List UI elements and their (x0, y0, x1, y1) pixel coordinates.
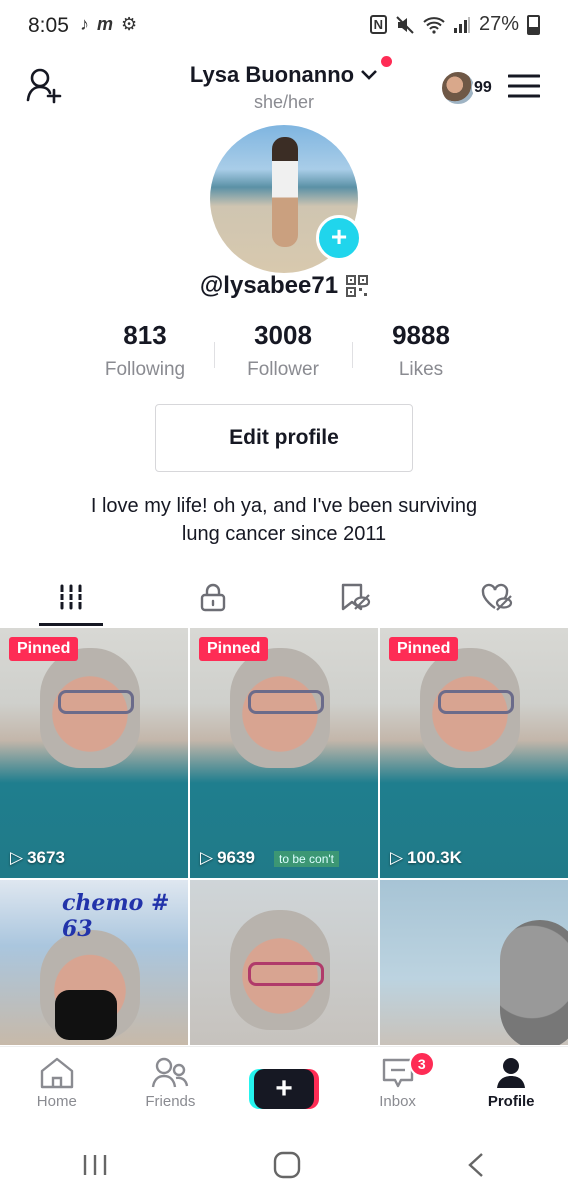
nav-friends[interactable]: Friends (114, 1047, 228, 1131)
friends-avatars-button[interactable]: 99 (440, 70, 494, 106)
nav-create[interactable]: + (227, 1047, 341, 1131)
friends-avatar (440, 70, 476, 106)
handle-row: @lysabee71 (0, 272, 568, 300)
stat-follower[interactable]: 3008 Follower (214, 320, 352, 381)
bio-line-1: I love my life! oh ya, and I've been sur… (90, 495, 478, 517)
battery-icon (527, 14, 540, 35)
m-icon: m (97, 14, 114, 34)
tab-favorites[interactable] (284, 568, 426, 626)
status-left-icons: ♪ m ⚙ (80, 14, 137, 35)
nav-inbox[interactable]: 3 Inbox (341, 1047, 455, 1131)
active-tab-indicator (39, 623, 103, 626)
play-icon: ▷ (10, 848, 24, 867)
profile-stats: 813 Following 3008 Follower 9888 Likes (76, 320, 492, 381)
view-count: ▷ 3673 (10, 848, 65, 867)
video-tile[interactable]: Pinned ▷ 9639 to be con't (190, 628, 378, 878)
tiktok-icon: ♪ (80, 14, 89, 34)
nav-inbox-label: Inbox (379, 1093, 416, 1110)
bookmark-hidden-icon (341, 583, 371, 611)
follower-count: 3008 (254, 320, 312, 350)
notification-dot (381, 56, 393, 67)
video-tile[interactable]: chemo # 63 (0, 880, 188, 1045)
profile-tabs (0, 568, 568, 626)
chevron-down-icon (361, 70, 378, 80)
following-label: Following (104, 359, 186, 380)
plus-icon: + (275, 1072, 293, 1105)
bio-line-2: lung cancer since 2011 (181, 523, 387, 545)
likes-label: Likes (398, 359, 444, 380)
display-name: Lysa Buonanno (189, 62, 355, 87)
video-tile[interactable] (190, 880, 378, 1045)
nav-profile[interactable]: Profile (454, 1047, 568, 1131)
face-mask (55, 990, 117, 1040)
status-bar: 8:05 ♪ m ⚙ N 27% (0, 0, 568, 54)
add-story-button[interactable]: + (316, 215, 362, 261)
lock-icon (200, 583, 226, 612)
back-icon[interactable] (466, 1152, 486, 1178)
qr-code-icon[interactable] (346, 275, 369, 297)
friends-count: 99 (472, 79, 494, 97)
grid-icon (58, 584, 84, 610)
video-tile[interactable] (380, 880, 568, 1045)
profile-bio: I love my life! oh ya, and I've been sur… (40, 492, 528, 548)
play-icon: ▷ (390, 848, 404, 867)
nav-friends-label: Friends (145, 1093, 196, 1110)
signal-icon (453, 16, 470, 33)
stat-likes[interactable]: 9888 Likes (352, 320, 490, 381)
profile-handle: @lysabee71 (199, 272, 339, 299)
mute-icon (396, 15, 414, 34)
play-icon: ▷ (200, 848, 214, 867)
status-right-icons: N 27% (369, 13, 540, 36)
heart-hidden-icon (481, 583, 513, 611)
tab-videos[interactable] (0, 568, 142, 626)
tab-private[interactable] (142, 568, 284, 626)
system-nav-bar (0, 1130, 568, 1200)
view-count: ▷ 9639 (200, 848, 255, 867)
pinned-badge: Pinned (389, 637, 459, 661)
video-overlay-text: chemo # 63 (62, 890, 170, 942)
video-caption: to be con't (274, 851, 339, 867)
following-count: 813 (123, 320, 167, 350)
video-tile[interactable]: Pinned ▷ 100.3K (380, 628, 568, 878)
menu-icon[interactable] (508, 74, 540, 98)
video-grid: Pinned ▷ 3673 Pinned ▷ 9639 to be con't Pi… (0, 628, 568, 1045)
status-time: 8:05 (28, 14, 69, 37)
tab-liked[interactable] (426, 568, 568, 626)
friends-icon (152, 1057, 189, 1088)
nav-home-label: Home (36, 1093, 77, 1110)
edit-profile-button[interactable]: Edit profile (155, 404, 413, 472)
gear-icon: ⚙ (121, 14, 138, 34)
follower-label: Follower (247, 359, 319, 380)
home-icon (40, 1057, 73, 1089)
nav-profile-label: Profile (487, 1093, 535, 1110)
likes-count: 9888 (392, 320, 450, 350)
nfc-icon: N (369, 15, 387, 34)
pinned-badge: Pinned (9, 637, 79, 661)
recent-apps-icon[interactable] (82, 1153, 108, 1177)
inbox-badge: 3 (408, 1051, 435, 1077)
view-count: ▷ 100.3K (390, 848, 462, 867)
video-tile[interactable]: Pinned ▷ 3673 (0, 628, 188, 878)
profile-avatar[interactable]: + (210, 125, 362, 273)
pinned-badge: Pinned (199, 637, 269, 661)
wifi-icon (423, 16, 445, 34)
nav-home[interactable]: Home (0, 1047, 114, 1131)
bottom-nav: Home Friends + 3 Inbox Profile (0, 1046, 568, 1131)
profile-icon (497, 1058, 526, 1088)
stat-following[interactable]: 813 Following (76, 320, 214, 381)
create-button[interactable]: + (253, 1069, 314, 1109)
battery-text: 27% (478, 13, 519, 35)
account-switcher[interactable]: Lysa Buonanno (189, 56, 393, 88)
home-button-icon[interactable] (273, 1151, 301, 1179)
